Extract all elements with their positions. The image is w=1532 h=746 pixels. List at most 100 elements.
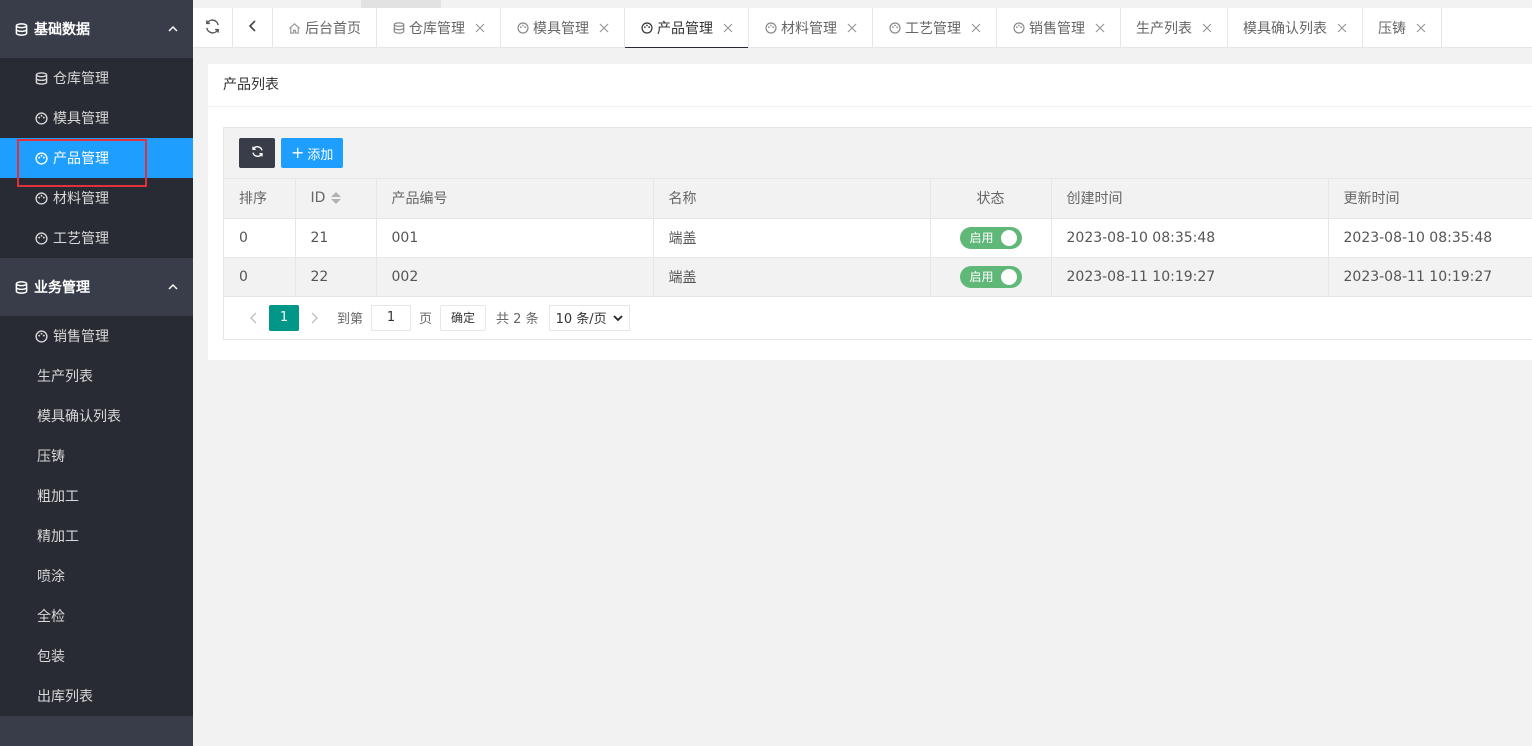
tabs-scroll-left-button[interactable] [233, 8, 273, 48]
palette-icon [888, 22, 901, 35]
chevron-right-icon [311, 312, 318, 323]
tab-label: 生产列表 [1136, 21, 1192, 37]
status-toggle[interactable]: 启用 [959, 226, 1022, 249]
tab-process[interactable]: 工艺管理 [873, 8, 997, 48]
cell-product-code: 001 [376, 218, 654, 258]
tab-mold[interactable]: 模具管理 [501, 8, 625, 48]
close-icon[interactable] [1095, 23, 1105, 33]
tab-sales[interactable]: 销售管理 [997, 8, 1121, 48]
cell-created: 2023-08-10 08:35:48 [1051, 218, 1329, 258]
cell-name: 端盖 [653, 218, 931, 258]
tab-die-casting[interactable]: 压铸 [1363, 8, 1442, 48]
sidebar-item-die-casting[interactable]: 压铸 [0, 436, 193, 476]
sidebar-item-packaging[interactable]: 包装 [0, 636, 193, 676]
sidebar-item-process[interactable]: 工艺管理 [0, 218, 193, 258]
sidebar-item-label: 产品管理 [53, 151, 109, 167]
sidebar-item-spraying[interactable]: 喷涂 [0, 556, 193, 596]
close-icon[interactable] [847, 23, 857, 33]
table-row[interactable]: 0 22 002 端盖 启用 2023-08-11 10:19:27 2023-… [224, 257, 1532, 297]
home-icon [288, 22, 301, 35]
tab-label: 工艺管理 [905, 21, 961, 37]
tab-material[interactable]: 材料管理 [749, 8, 873, 48]
column-header-id[interactable]: ID [295, 179, 377, 219]
chevron-left-icon [250, 312, 257, 323]
tab-production-list[interactable]: 生产列表 [1121, 8, 1228, 48]
close-icon[interactable] [723, 23, 733, 33]
card-title: 产品列表 [208, 64, 1532, 107]
sidebar-group-basic-data[interactable]: 基础数据 [0, 0, 193, 58]
tab-label: 材料管理 [781, 21, 837, 37]
next-page-button[interactable] [299, 305, 329, 331]
goto-confirm-button[interactable]: 确定 [440, 304, 487, 331]
tab-warehouse[interactable]: 仓库管理 [377, 8, 501, 48]
prev-page-button[interactable] [239, 305, 269, 331]
sidebar-item-label: 粗加工 [37, 489, 79, 505]
table-toolbar: + 添加 [224, 128, 1532, 179]
tab-label: 压铸 [1378, 21, 1406, 37]
cell-created: 2023-08-11 10:19:27 [1051, 257, 1329, 297]
refresh-tabs-button[interactable] [193, 8, 233, 48]
close-icon[interactable] [475, 23, 485, 33]
tabs: 后台首页 仓库管理 模具管理 产品管理 材料管理 工艺管理 销售管理 生产列表 … [273, 8, 1532, 48]
sidebar: 基础数据 仓库管理 模具管理 产品管理 材料管理 工艺管理 业务管理 销售管理 … [0, 0, 193, 746]
status-toggle-label: 启用 [969, 231, 994, 245]
add-button[interactable]: + 添加 [281, 138, 344, 168]
sidebar-item-outbound-list[interactable]: 出库列表 [0, 676, 193, 716]
tab-home[interactable]: 后台首页 [273, 8, 377, 48]
tab-product[interactable]: 产品管理 [625, 8, 749, 48]
chevron-up-icon [167, 281, 179, 293]
table-row[interactable]: 0 21 001 端盖 启用 2023-08-10 08:35:48 2023-… [224, 218, 1532, 258]
page-size-value: 10 条/页 [555, 312, 607, 327]
top-scroll-stub [361, 0, 441, 8]
sidebar-item-finish-machining[interactable]: 精加工 [0, 516, 193, 556]
tab-label: 后台首页 [305, 21, 361, 37]
close-icon[interactable] [1416, 23, 1426, 33]
sidebar-item-full-inspection[interactable]: 全检 [0, 596, 193, 636]
cell-updated: 2023-08-11 10:19:27 [1328, 257, 1532, 297]
page-size-select[interactable]: 10 条/页 [548, 304, 630, 331]
column-header-updated: 更新时间 [1328, 179, 1532, 219]
sidebar-item-mold[interactable]: 模具管理 [0, 98, 193, 138]
tab-mold-confirm-list[interactable]: 模具确认列表 [1228, 8, 1363, 48]
sidebar-item-mold-confirm-list[interactable]: 模具确认列表 [0, 396, 193, 436]
toggle-knob [1000, 268, 1017, 285]
status-toggle-label: 启用 [969, 270, 994, 284]
sidebar-item-label: 喷涂 [37, 569, 65, 585]
refresh-button[interactable] [239, 138, 275, 168]
column-header-label: ID [310, 190, 326, 207]
sidebar-item-rough-machining[interactable]: 粗加工 [0, 476, 193, 516]
close-icon[interactable] [971, 23, 981, 33]
sidebar-item-production-list[interactable]: 生产列表 [0, 356, 193, 396]
close-icon[interactable] [1202, 23, 1212, 33]
sidebar-group-business-items: 销售管理 生产列表 模具确认列表 压铸 粗加工 精加工 喷涂 全检 包装 出库列… [0, 316, 193, 716]
palette-icon [640, 22, 653, 35]
sidebar-item-label: 生产列表 [37, 369, 93, 385]
status-toggle[interactable]: 启用 [959, 265, 1022, 288]
palette-icon [34, 191, 48, 205]
current-page[interactable]: 1 [269, 304, 299, 331]
sidebar-group-title: 基础数据 [34, 22, 90, 38]
page-unit-label: 页 [419, 312, 433, 327]
column-header-status: 状态 [930, 179, 1052, 219]
column-header-created: 创建时间 [1051, 179, 1329, 219]
sidebar-item-label: 压铸 [37, 449, 65, 465]
palette-icon [516, 22, 529, 35]
cell-status: 启用 [930, 218, 1052, 258]
close-icon[interactable] [599, 23, 609, 33]
sidebar-group-business[interactable]: 业务管理 [0, 258, 193, 316]
goto-page-input[interactable] [371, 304, 412, 331]
cell-sort: 0 [224, 218, 296, 258]
database-icon [34, 71, 48, 85]
cell-name: 端盖 [653, 257, 931, 297]
sidebar-item-sales[interactable]: 销售管理 [0, 316, 193, 356]
sort-icon[interactable] [331, 191, 342, 205]
sidebar-item-product[interactable]: 产品管理 [0, 138, 193, 178]
add-button-label: 添加 [307, 147, 334, 163]
product-list-card: 产品列表 + 添加 排序 ID 产品编号 名称 状态 创建时间 更新时间 0 2… [208, 64, 1532, 360]
close-icon[interactable] [1337, 23, 1347, 33]
sidebar-item-warehouse[interactable]: 仓库管理 [0, 58, 193, 98]
sidebar-item-material[interactable]: 材料管理 [0, 178, 193, 218]
refresh-icon [204, 18, 221, 39]
cell-id: 22 [295, 257, 377, 297]
cell-id: 21 [295, 218, 377, 258]
